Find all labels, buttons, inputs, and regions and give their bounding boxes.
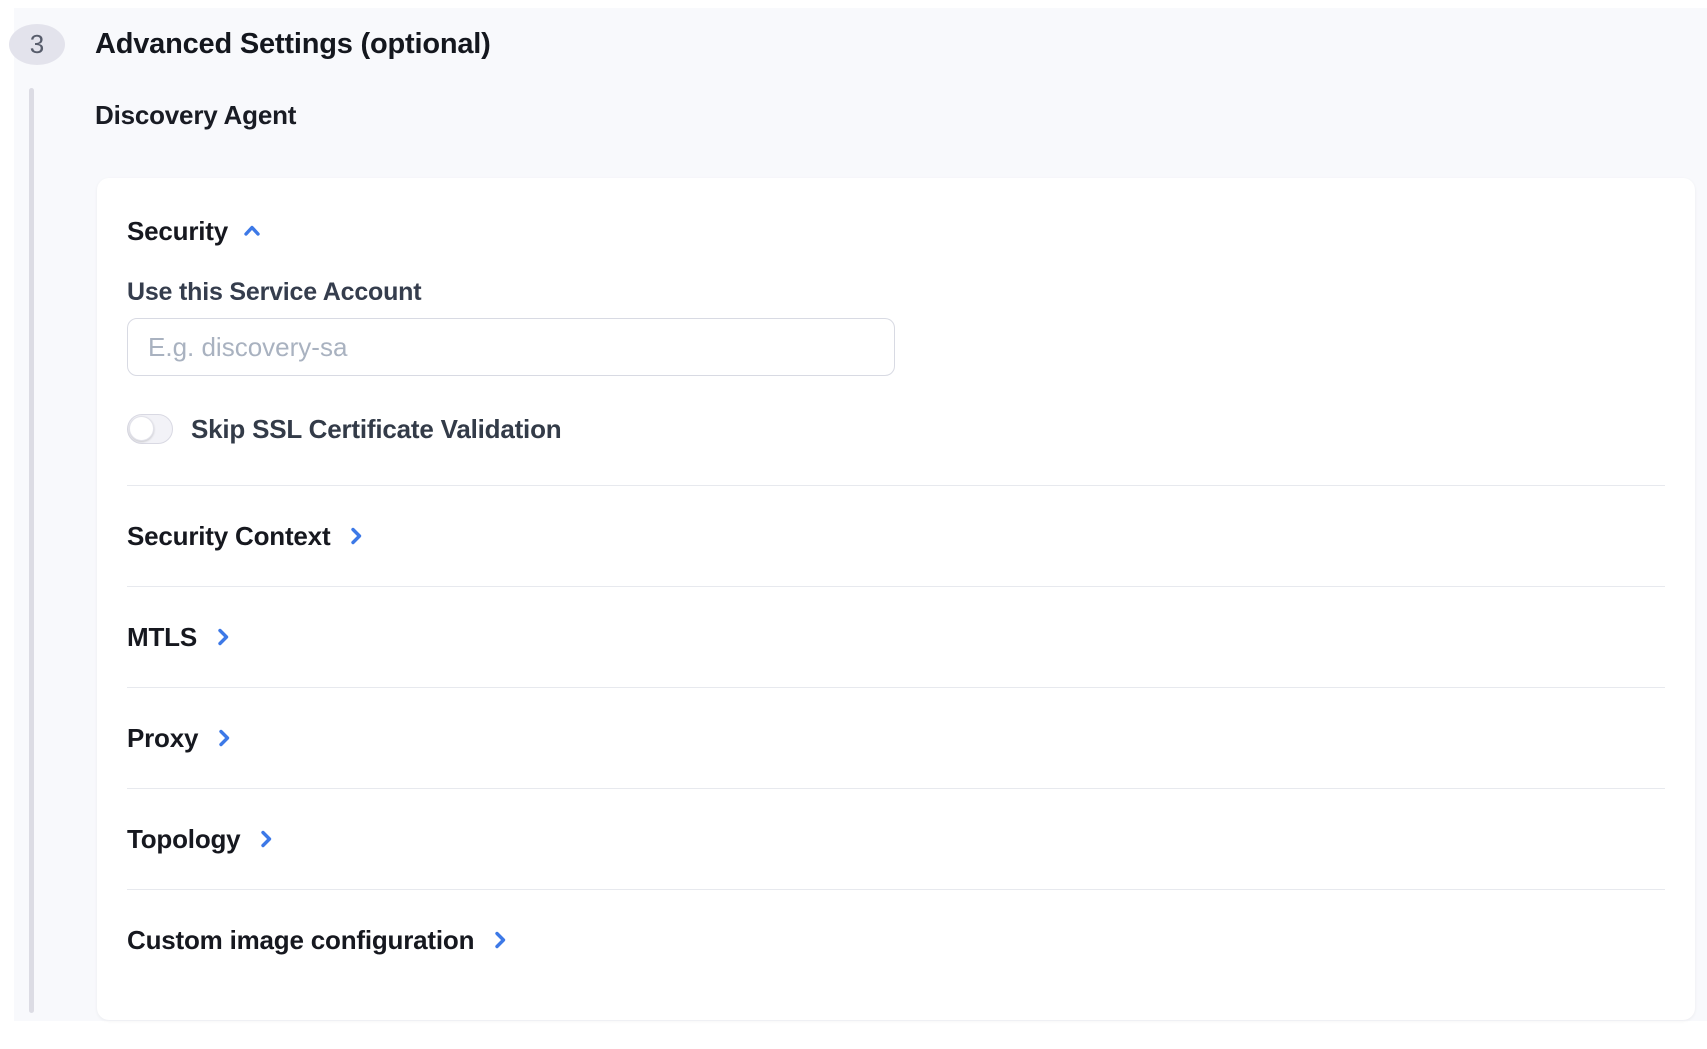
chevron-right-icon [212, 726, 236, 750]
section-label: MTLS [127, 622, 197, 652]
step-connector-line [29, 88, 34, 1013]
section-topology[interactable]: Topology [127, 788, 1665, 889]
toggle-knob [129, 416, 154, 441]
skip-ssl-label: Skip SSL Certificate Validation [191, 414, 561, 445]
section-subtitle: Discovery Agent [95, 100, 296, 131]
security-section-label: Security [127, 216, 228, 246]
discovery-agent-card: Security Use this Service Account Skip S… [97, 178, 1695, 1020]
chevron-right-icon [488, 928, 512, 952]
step-number-badge: 3 [9, 24, 65, 65]
section-label: Topology [127, 824, 240, 854]
section-custom-image-configuration[interactable]: Custom image configuration [127, 889, 1665, 1019]
page-title: Advanced Settings (optional) [95, 28, 491, 61]
section-label: Proxy [127, 723, 198, 753]
skip-ssl-toggle[interactable] [127, 414, 173, 444]
skip-ssl-row: Skip SSL Certificate Validation [127, 413, 1665, 445]
collapsed-sections-list: Security Context MTLS Proxy [127, 485, 1665, 1019]
section-label: Custom image configuration [127, 925, 474, 955]
service-account-input[interactable] [127, 318, 895, 376]
chevron-up-icon [240, 219, 264, 243]
chevron-right-icon [211, 625, 235, 649]
section-security[interactable]: Security [127, 216, 1665, 246]
section-proxy[interactable]: Proxy [127, 687, 1665, 788]
step-number: 3 [30, 29, 44, 60]
chevron-right-icon [254, 827, 278, 851]
service-account-label: Use this Service Account [127, 278, 1665, 306]
section-label: Security Context [127, 521, 330, 551]
section-mtls[interactable]: MTLS [127, 586, 1665, 687]
section-security-context[interactable]: Security Context [127, 485, 1665, 586]
chevron-right-icon [344, 524, 368, 548]
